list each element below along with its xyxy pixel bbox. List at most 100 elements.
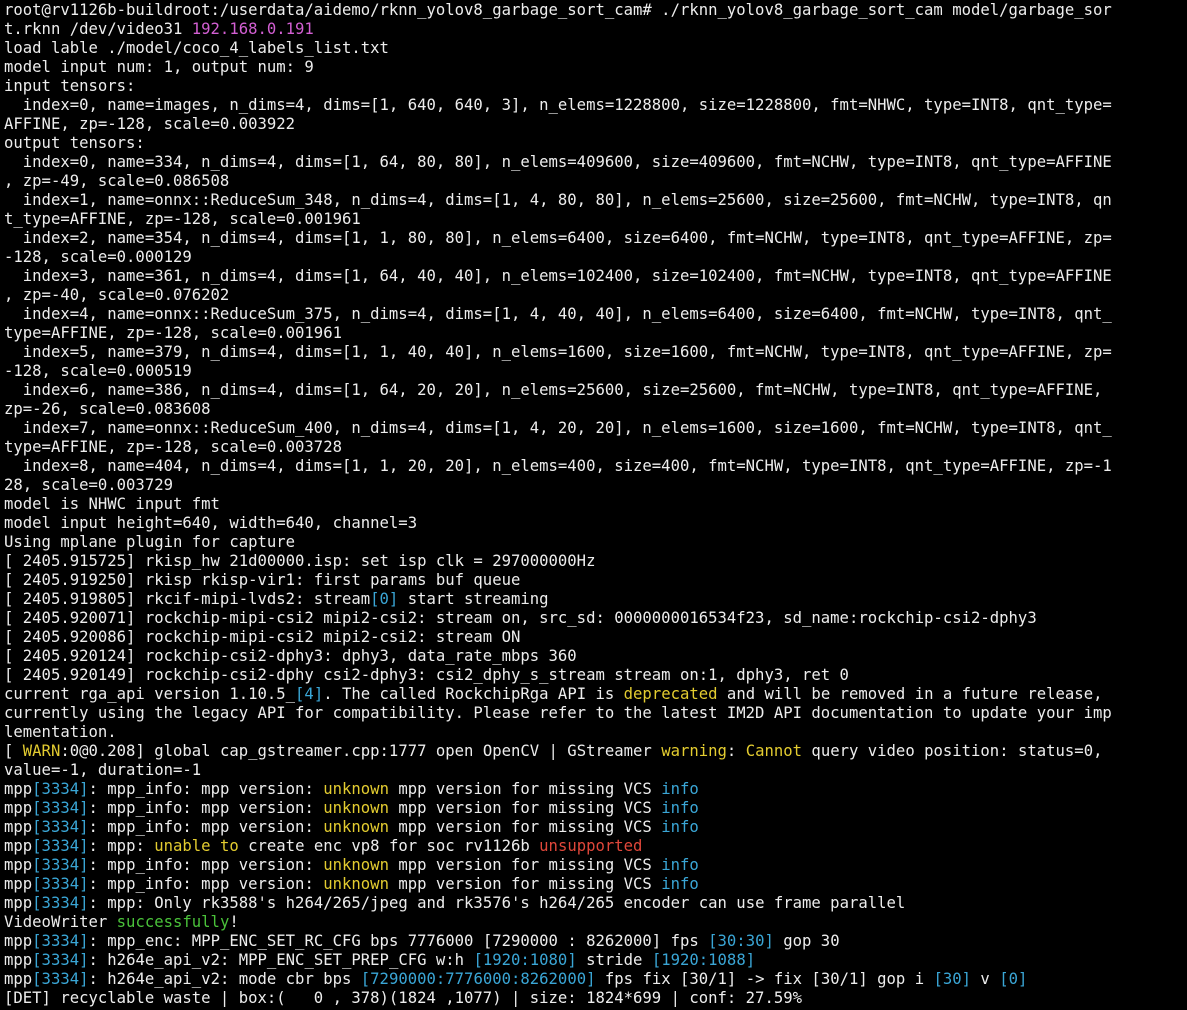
terminal-text-segment: [ 2405.919250] rkisp rkisp-vir1: first p… bbox=[4, 571, 521, 589]
terminal-text-segment: [3334] bbox=[32, 951, 89, 969]
terminal-text-segment: : mpp_info: mpp version: bbox=[88, 799, 324, 817]
terminal-text-segment: index=2, name=354, n_dims=4, dims=[1, 1,… bbox=[4, 229, 1112, 247]
terminal-text-segment: -128, scale=0.000129 bbox=[4, 248, 192, 266]
terminal-line: Using mplane plugin for capture bbox=[4, 533, 1187, 552]
terminal-text-segment: Cannot bbox=[745, 742, 803, 760]
terminal-text-segment: info bbox=[661, 818, 699, 836]
terminal-text-segment: mpp bbox=[4, 818, 33, 836]
terminal-line: type=AFFINE, zp=-128, scale=0.001961 bbox=[4, 324, 1187, 343]
terminal-text-segment: . The called RockchipRga API is bbox=[323, 685, 624, 703]
terminal-line: mpp[3334]: mpp_info: mpp version: unknow… bbox=[4, 818, 1187, 837]
terminal-text-segment: [1920:1080] bbox=[473, 951, 577, 969]
terminal-line: currently using the legacy API for compa… bbox=[4, 704, 1187, 723]
terminal-text-segment: WARN bbox=[22, 742, 61, 760]
terminal-line: index=4, name=onnx::ReduceSum_375, n_dim… bbox=[4, 305, 1187, 324]
terminal-text-segment: value=-1, duration=-1 bbox=[4, 761, 202, 779]
terminal-line: [ WARN:0@0.208] global cap_gstreamer.cpp… bbox=[4, 742, 1187, 761]
terminal-line: mpp[3334]: mpp_info: mpp version: unknow… bbox=[4, 780, 1187, 799]
terminal-text-segment: currently using the legacy API for compa… bbox=[4, 704, 1112, 722]
terminal-text-segment: load lable ./model/coco_4_labels_list.tx… bbox=[4, 39, 389, 57]
terminal-text-segment: : mpp_info: mpp version: bbox=[88, 780, 324, 798]
terminal-text-segment: and will be removed in a future release, bbox=[717, 685, 1103, 703]
terminal-line: index=8, name=404, n_dims=4, dims=[1, 1,… bbox=[4, 457, 1187, 476]
terminal-text-segment: create enc vp8 for soc rv1126b bbox=[238, 837, 540, 855]
terminal-line: t_type=AFFINE, zp=-128, scale=0.001961 bbox=[4, 210, 1187, 229]
terminal-text-segment: [ 2405.915725] rkisp_hw 21d00000.isp: se… bbox=[4, 552, 596, 570]
terminal-text-segment: gop 30 bbox=[773, 932, 840, 950]
terminal-line: VideoWriter successfully! bbox=[4, 913, 1187, 932]
terminal-text-segment: [ bbox=[4, 742, 23, 760]
terminal-text-segment: unknown bbox=[323, 799, 389, 817]
terminal-text-segment: type=AFFINE, zp=-128, scale=0.001961 bbox=[4, 324, 342, 342]
terminal-line: input tensors: bbox=[4, 77, 1187, 96]
terminal-text-segment: index=4, name=onnx::ReduceSum_375, n_dim… bbox=[4, 305, 1112, 323]
terminal-text-segment: mpp bbox=[4, 780, 33, 798]
terminal-line: index=5, name=379, n_dims=4, dims=[1, 1,… bbox=[4, 343, 1187, 362]
terminal-text-segment: unknown bbox=[323, 780, 389, 798]
terminal-text-segment: unknown bbox=[323, 856, 389, 874]
terminal-text-segment: unknown bbox=[323, 875, 389, 893]
terminal-line: [ 2405.919250] rkisp rkisp-vir1: first p… bbox=[4, 571, 1187, 590]
terminal-line: mpp[3334]: mpp: unable to create enc vp8… bbox=[4, 837, 1187, 856]
terminal-text-segment: mpp version for missing VCS bbox=[388, 818, 662, 836]
terminal-text-segment: [0] bbox=[999, 970, 1028, 988]
terminal-text-segment: index=6, name=386, n_dims=4, dims=[1, 64… bbox=[4, 381, 1103, 399]
terminal-text-segment: warning bbox=[661, 742, 727, 760]
terminal-line: index=1, name=onnx::ReduceSum_348, n_dim… bbox=[4, 191, 1187, 210]
terminal-window[interactable]: root@rv1126b-buildroot:/userdata/aidemo/… bbox=[0, 0, 1187, 1010]
terminal-text-segment: : mpp_info: mpp version: bbox=[88, 856, 324, 874]
terminal-text-segment: VideoWriter bbox=[4, 913, 117, 931]
terminal-line: [ 2405.920124] rockchip-csi2-dphy3: dphy… bbox=[4, 647, 1187, 666]
terminal-text-segment: mpp bbox=[4, 932, 33, 950]
terminal-text-segment: current rga_api version 1.10.5_ bbox=[4, 685, 296, 703]
terminal-text-segment: lementation. bbox=[4, 723, 117, 741]
terminal-text-segment: deprecated bbox=[623, 685, 718, 703]
terminal-text-segment: mpp bbox=[4, 799, 33, 817]
terminal-line: [DET] recyclable waste | box:( 0 , 378)(… bbox=[4, 989, 1187, 1008]
terminal-line: root@rv1126b-buildroot:/userdata/aidemo/… bbox=[4, 1, 1187, 20]
terminal-line: mpp[3334]: h264e_api_v2: mode cbr bps [7… bbox=[4, 970, 1187, 989]
terminal-text-segment: [3334] bbox=[32, 932, 89, 950]
terminal-line: index=0, name=334, n_dims=4, dims=[1, 64… bbox=[4, 153, 1187, 172]
terminal-text-segment: mpp version for missing VCS bbox=[388, 856, 662, 874]
terminal-text-segment: [ 2405.919805] rkcif-mipi-lvds2: stream bbox=[4, 590, 371, 608]
terminal-line: [ 2405.920149] rockchip-csi2-dphy csi2-d… bbox=[4, 666, 1187, 685]
terminal-text-segment: Using mplane plugin for capture bbox=[4, 533, 296, 551]
terminal-text-segment: unable to bbox=[154, 837, 239, 855]
terminal-text-segment: [DET] recyclable waste | box:( 0 , 378)(… bbox=[4, 989, 802, 1007]
terminal-text-segment: mpp bbox=[4, 856, 33, 874]
terminal-text-segment: [3334] bbox=[32, 818, 89, 836]
terminal-text-segment: info bbox=[661, 799, 699, 817]
terminal-line: , zp=-40, scale=0.076202 bbox=[4, 286, 1187, 305]
terminal-text-segment: AFFINE, zp=-128, scale=0.003922 bbox=[4, 115, 296, 133]
terminal-text-segment: info bbox=[661, 780, 699, 798]
terminal-text-segment: [ 2405.920086] rockchip-mipi-csi2 mipi2-… bbox=[4, 628, 521, 646]
terminal-text-segment: ! bbox=[229, 913, 239, 931]
terminal-text-segment: , zp=-49, scale=0.086508 bbox=[4, 172, 230, 190]
terminal-text-segment: [3334] bbox=[32, 875, 89, 893]
terminal-text-segment: : mpp_info: mpp version: bbox=[88, 875, 324, 893]
terminal-line: index=6, name=386, n_dims=4, dims=[1, 64… bbox=[4, 381, 1187, 400]
terminal-line: index=3, name=361, n_dims=4, dims=[1, 64… bbox=[4, 267, 1187, 286]
terminal-line: index=2, name=354, n_dims=4, dims=[1, 1,… bbox=[4, 229, 1187, 248]
terminal-text-segment: [ 2405.920149] rockchip-csi2-dphy csi2-d… bbox=[4, 666, 849, 684]
terminal-line: zp=-26, scale=0.083608 bbox=[4, 400, 1187, 419]
terminal-text-segment: , zp=-40, scale=0.076202 bbox=[4, 286, 230, 304]
terminal-text-segment: [4] bbox=[295, 685, 324, 703]
terminal-text-segment: start streaming bbox=[398, 590, 549, 608]
terminal-text-segment: [ 2405.920124] rockchip-csi2-dphy3: dphy… bbox=[4, 647, 577, 665]
terminal-line: , zp=-49, scale=0.086508 bbox=[4, 172, 1187, 191]
terminal-text-segment: : bbox=[726, 742, 746, 760]
terminal-text-segment: : mpp: bbox=[88, 837, 155, 855]
terminal-text-segment: :0@0.208] global cap_gstreamer.cpp:1777 … bbox=[60, 742, 662, 760]
terminal-text-segment: info bbox=[661, 875, 699, 893]
terminal-text-segment: info bbox=[661, 856, 699, 874]
terminal-text-segment: fps fix [30/1] -> fix [30/1] gop i bbox=[595, 970, 934, 988]
terminal-text-segment: : mpp: Only rk3588's h264/265/jpeg and r… bbox=[88, 894, 906, 912]
terminal-text-segment: mpp version for missing VCS bbox=[388, 875, 662, 893]
terminal-line: mpp[3334]: mpp_info: mpp version: unknow… bbox=[4, 856, 1187, 875]
terminal-output: root@rv1126b-buildroot:/userdata/aidemo/… bbox=[4, 1, 1187, 1008]
terminal-text-segment: [0] bbox=[370, 590, 399, 608]
terminal-line: -128, scale=0.000519 bbox=[4, 362, 1187, 381]
terminal-line: [ 2405.920071] rockchip-mipi-csi2 mipi2-… bbox=[4, 609, 1187, 628]
